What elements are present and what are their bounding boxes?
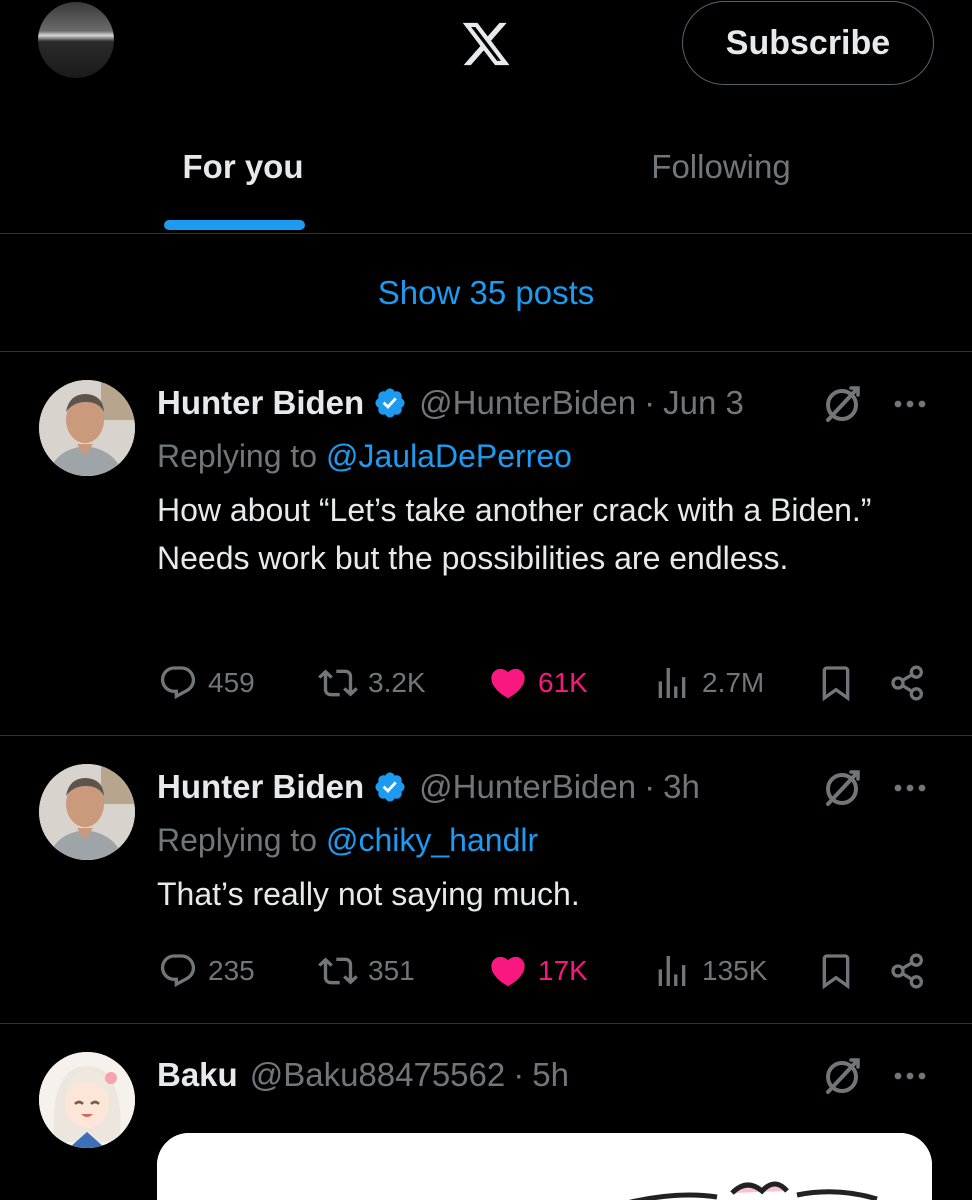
- tweet-media-image[interactable]: [157, 1133, 932, 1200]
- author-handle[interactable]: @HunterBiden: [419, 384, 636, 422]
- views-chart-icon: [658, 668, 686, 698]
- share-icon: [891, 665, 923, 701]
- more-options-icon[interactable]: [888, 382, 932, 426]
- tweet-text: How about “Let’s take another crack with…: [157, 492, 872, 576]
- more-options-icon[interactable]: [888, 766, 932, 810]
- share-icon: [891, 953, 923, 989]
- active-tab-indicator: [164, 220, 305, 230]
- repost-icon: [318, 957, 358, 985]
- verified-badge-icon: [375, 772, 405, 802]
- author-handle[interactable]: @HunterBiden: [419, 768, 636, 806]
- reply-count: 459: [208, 667, 255, 698]
- heart-icon: [491, 668, 525, 699]
- tweet-timestamp[interactable]: Jun 3: [663, 384, 744, 422]
- repost-count: 351: [368, 955, 415, 986]
- author-name[interactable]: Hunter Biden: [157, 384, 364, 422]
- author-name[interactable]: Baku: [157, 1056, 238, 1094]
- x-logo-icon[interactable]: [458, 18, 514, 70]
- replying-to-line: Replying to @JaulaDePerreo: [157, 438, 572, 475]
- replying-to-line: Replying to @chiky_handlr: [157, 822, 538, 859]
- bookmark-icon: [822, 954, 850, 990]
- like-button[interactable]: 61K: [488, 658, 588, 708]
- avatar[interactable]: [39, 764, 135, 860]
- grok-icon[interactable]: [820, 766, 864, 810]
- verified-badge-icon: [375, 388, 405, 418]
- avatar-photo: [39, 764, 135, 860]
- replying-prefix: Replying to: [157, 822, 326, 858]
- heart-icon: [491, 956, 525, 987]
- show-new-posts-button[interactable]: Show 35 posts: [0, 234, 972, 352]
- like-button[interactable]: 17K: [488, 946, 588, 996]
- reply-icon: [160, 666, 196, 700]
- views-chart-icon: [658, 956, 686, 986]
- like-count: 61K: [538, 667, 588, 698]
- avatar[interactable]: [39, 1052, 135, 1148]
- separator-dot: ·: [644, 384, 656, 421]
- tab-following[interactable]: Following: [478, 100, 964, 234]
- views-count: 135K: [702, 955, 768, 986]
- views-button[interactable]: 2.7M: [652, 658, 764, 708]
- tweet-text: That’s really not saying much.: [157, 876, 580, 912]
- grok-icon[interactable]: [820, 1054, 864, 1098]
- share-button[interactable]: [888, 658, 928, 708]
- author-handle[interactable]: @Baku88475562: [250, 1056, 506, 1094]
- tweet-actions: 235 351 17K 135K: [0, 946, 972, 996]
- replying-prefix: Replying to: [157, 438, 326, 474]
- grok-icon[interactable]: [820, 382, 864, 426]
- timeline-tabs: For you Following: [0, 100, 972, 234]
- subscribe-button[interactable]: Subscribe: [682, 1, 934, 85]
- avatar-illustration: [39, 1052, 135, 1148]
- reply-button[interactable]: 459: [158, 658, 255, 708]
- bookmark-button[interactable]: [816, 946, 856, 996]
- separator-dot: ·: [513, 1056, 525, 1093]
- account-avatar[interactable]: [38, 2, 114, 78]
- author-name[interactable]: Hunter Biden: [157, 768, 364, 806]
- tab-for-you[interactable]: For you: [0, 100, 486, 234]
- tweet-header: Hunter Biden @HunterBiden · Jun 3: [157, 381, 744, 425]
- tweet[interactable]: Hunter Biden @HunterBiden · 3h Replying …: [0, 736, 972, 1024]
- repost-icon: [318, 669, 358, 697]
- like-count: 17K: [538, 955, 588, 986]
- views-button[interactable]: 135K: [652, 946, 767, 996]
- tweet[interactable]: Hunter Biden @HunterBiden · Jun 3 Replyi…: [0, 352, 972, 736]
- timeline-page: Subscribe For you Following Show 35 post…: [0, 0, 972, 1200]
- reply-count: 235: [208, 955, 255, 986]
- top-bar: Subscribe: [0, 0, 972, 100]
- media-illustration: [157, 1133, 932, 1200]
- repost-button[interactable]: 3.2K: [318, 658, 426, 708]
- repost-button[interactable]: 351: [318, 946, 415, 996]
- reply-button[interactable]: 235: [158, 946, 255, 996]
- separator-dot: ·: [644, 768, 656, 805]
- avatar[interactable]: [39, 380, 135, 476]
- tweet-timestamp[interactable]: 5h: [532, 1056, 569, 1094]
- tweet-header: Baku @Baku88475562 · 5h: [157, 1053, 569, 1097]
- tweet-timestamp[interactable]: 3h: [663, 768, 700, 806]
- more-options-icon[interactable]: [888, 1054, 932, 1098]
- avatar-photo: [39, 380, 135, 476]
- views-count: 2.7M: [702, 667, 765, 698]
- repost-count: 3.2K: [368, 667, 426, 698]
- bookmark-button[interactable]: [816, 658, 856, 708]
- show-posts-label: Show 35 posts: [377, 273, 595, 311]
- bookmark-icon: [822, 666, 850, 702]
- tweet-header: Hunter Biden @HunterBiden · 3h: [157, 765, 700, 809]
- reply-icon: [160, 954, 196, 988]
- tab-label: Following: [651, 148, 791, 185]
- tweet-actions: 459 3.2K 61K 2.7M: [0, 658, 972, 708]
- share-button[interactable]: [888, 946, 928, 996]
- replying-to-mention[interactable]: @JaulaDePerreo: [326, 438, 572, 474]
- replying-to-mention[interactable]: @chiky_handlr: [326, 822, 538, 858]
